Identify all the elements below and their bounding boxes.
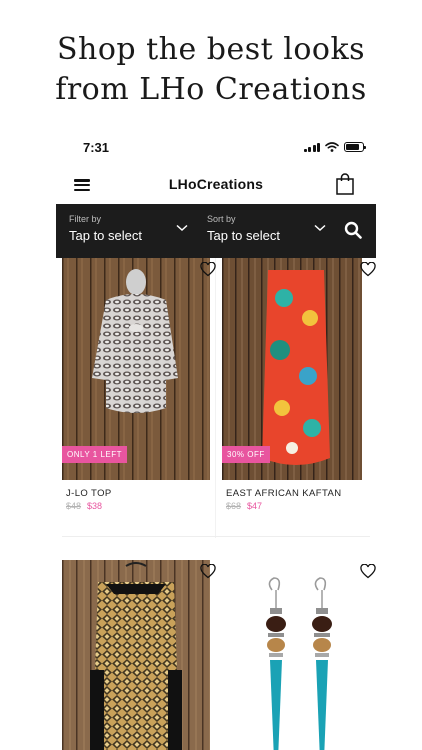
product-price: $48 $38: [66, 501, 102, 511]
original-price: $68: [226, 501, 242, 511]
filter-chevron-down-icon[interactable]: [176, 224, 188, 232]
product-price: $68 $47: [226, 501, 262, 511]
signal-icon: [303, 142, 320, 152]
heart-icon[interactable]: [200, 564, 216, 579]
heart-icon[interactable]: [360, 262, 376, 277]
heart-icon[interactable]: [360, 564, 376, 579]
filter-sort-bar: Filter by Tap to select Sort by Tap to s…: [56, 204, 376, 258]
product-name[interactable]: J-LO TOP: [66, 488, 112, 499]
sort-chevron-down-icon[interactable]: [314, 224, 326, 232]
promo-headline: Shop the best looks from LHo Creations: [0, 30, 422, 110]
promo-headline-line1: Shop the best looks: [56, 32, 366, 67]
row-divider: [62, 536, 370, 537]
status-time: 7:31: [83, 140, 110, 155]
filter-dropdown[interactable]: Filter by Tap to select: [69, 214, 142, 243]
battery-icon: [344, 142, 366, 152]
sort-value: Tap to select: [207, 228, 280, 243]
original-price: $48: [66, 501, 82, 511]
sale-price: $47: [247, 501, 263, 511]
product-badge: ONLY 1 LEFT: [62, 446, 127, 463]
status-icons: [303, 142, 366, 152]
shopping-bag-icon[interactable]: [336, 173, 354, 195]
battery-fill: [346, 144, 359, 150]
filter-value: Tap to select: [69, 228, 142, 243]
product-name[interactable]: EAST AFRICAN KAFTAN: [226, 488, 341, 499]
product-image[interactable]: [62, 560, 210, 750]
sort-label: Sort by: [207, 214, 236, 224]
app-bar: LHoCreations: [56, 168, 376, 204]
sort-dropdown[interactable]: Sort by Tap to select: [207, 214, 280, 243]
brand-title: LHoCreations: [168, 176, 264, 192]
grid-divider-vertical: [215, 258, 216, 538]
wifi-icon: [325, 142, 339, 152]
filter-label: Filter by: [69, 214, 102, 224]
phone-screen: 7:31 LHoCreations Filter by Tap to selec…: [56, 128, 376, 750]
heart-icon[interactable]: [200, 262, 216, 277]
search-icon[interactable]: [344, 221, 362, 239]
sale-price: $38: [87, 501, 103, 511]
status-bar: 7:31: [56, 128, 376, 168]
product-image[interactable]: [222, 560, 370, 750]
product-badge: 30% OFF: [222, 446, 270, 463]
promo-headline-line2: from LHo Creations: [55, 72, 367, 107]
